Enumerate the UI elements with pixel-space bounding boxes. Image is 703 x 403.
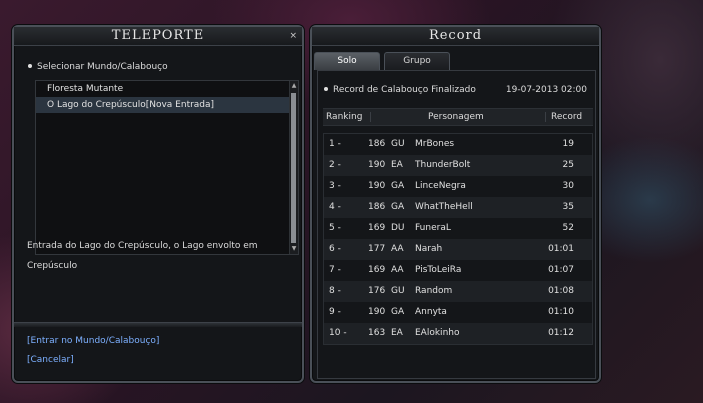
list-item-selected[interactable]: O Lago do Crepúsculo[Nova Entrada] xyxy=(36,97,298,113)
scrollbar[interactable]: ▲ ▼ xyxy=(289,81,298,254)
class-cell: GU xyxy=(391,139,405,149)
table-row[interactable]: 3 - 190 GA LinceNegra 30 xyxy=(324,176,592,197)
name-cell: MrBones xyxy=(415,139,455,149)
level-cell: 176 xyxy=(368,286,386,296)
rank-cell: 8 - xyxy=(329,286,341,296)
level-cell: 163 xyxy=(368,328,386,338)
class-cell: GA xyxy=(391,202,405,212)
class-cell: GU xyxy=(391,286,405,296)
class-cell: AA xyxy=(391,244,404,254)
table-row[interactable]: 2 - 190 EA ThunderBolt 25 xyxy=(324,155,592,176)
class-cell: EA xyxy=(391,328,403,338)
scroll-thumb[interactable] xyxy=(291,93,296,243)
name-cell: Narah xyxy=(415,244,443,254)
record-table: Ranking Personagem Record 1 - 186 GU MrBone… xyxy=(323,108,593,345)
enter-world-link[interactable]: [Entrar no Mundo/Calabouço] xyxy=(27,336,159,346)
record-cell: 30 xyxy=(562,181,574,191)
level-cell: 186 xyxy=(368,202,386,212)
list-item[interactable]: Floresta Mutante xyxy=(36,81,298,97)
rank-cell: 10 - xyxy=(329,328,347,338)
teleport-title: TELEPORTE xyxy=(111,28,205,43)
record-cell: 01:07 xyxy=(548,265,574,275)
table-row[interactable]: 8 - 176 GU Random 01:08 xyxy=(324,281,592,302)
divider xyxy=(14,322,302,327)
teleport-window: TELEPORTE × Selecionar Mundo/Calabouço F… xyxy=(12,25,304,383)
rank-cell: 7 - xyxy=(329,265,341,275)
class-cell: DU xyxy=(391,223,405,233)
level-cell: 169 xyxy=(368,265,386,275)
close-icon[interactable]: × xyxy=(289,27,298,45)
col-record: Record xyxy=(551,112,583,122)
record-panel: Record de Calabouço Finalizado 19-07-201… xyxy=(317,70,596,379)
level-cell: 169 xyxy=(368,223,386,233)
record-rows: 1 - 186 GU MrBones 19 2 - 190 EA ThunderBolt 25 3 … xyxy=(323,133,593,345)
record-cell: 01:10 xyxy=(548,307,574,317)
rank-cell: 6 - xyxy=(329,244,341,254)
col-ranking: Ranking xyxy=(326,112,363,122)
class-cell: EA xyxy=(391,160,403,170)
record-cell: 01:01 xyxy=(548,244,574,254)
bullet-icon xyxy=(324,87,328,91)
table-row[interactable]: 9 - 190 GA Annyta 01:10 xyxy=(324,302,592,323)
level-cell: 190 xyxy=(368,307,386,317)
table-row[interactable]: 1 - 186 GU MrBones 19 xyxy=(324,134,592,155)
record-title: Record xyxy=(428,28,483,43)
tab-solo[interactable]: Solo xyxy=(314,52,380,70)
record-date: 19-07-2013 02:00 xyxy=(505,85,587,95)
name-cell: Annyta xyxy=(415,307,447,317)
table-row[interactable]: 7 - 169 AA PisToLeiRa 01:07 xyxy=(324,260,592,281)
table-header: Ranking Personagem Record xyxy=(323,108,593,126)
name-cell: Random xyxy=(415,286,453,296)
bullet-icon xyxy=(28,64,32,68)
table-row[interactable]: 4 - 186 GA WhatTheHell 35 xyxy=(324,197,592,218)
record-titlebar[interactable]: Record xyxy=(312,27,599,46)
class-cell: AA xyxy=(391,265,404,275)
level-cell: 177 xyxy=(368,244,386,254)
record-window: Record Solo Grupo Record de Calabouço Fi… xyxy=(310,25,601,383)
name-cell: EAlokinho xyxy=(415,328,460,338)
teleport-heading: Selecionar Mundo/Calabouço xyxy=(28,62,168,72)
class-cell: GA xyxy=(391,307,405,317)
record-cell: 52 xyxy=(562,223,574,233)
name-cell: FuneraL xyxy=(415,223,451,233)
rank-cell: 4 - xyxy=(329,202,341,212)
record-cell: 35 xyxy=(562,202,574,212)
table-row[interactable]: 6 - 177 AA Narah 01:01 xyxy=(324,239,592,260)
header-divider xyxy=(545,112,546,122)
col-personagem: Personagem xyxy=(428,112,484,122)
tab-grupo[interactable]: Grupo xyxy=(384,52,450,70)
scroll-up-icon[interactable]: ▲ xyxy=(290,82,298,90)
rank-cell: 5 - xyxy=(329,223,341,233)
name-cell: ThunderBolt xyxy=(415,160,471,170)
record-cell: 01:08 xyxy=(548,286,574,296)
rank-cell: 1 - xyxy=(329,139,341,149)
class-cell: GA xyxy=(391,181,405,191)
rank-cell: 9 - xyxy=(329,307,341,317)
level-cell: 186 xyxy=(368,139,386,149)
table-row[interactable]: 10 - 163 EA EAlokinho 01:12 xyxy=(324,323,592,344)
record-cell: 01:12 xyxy=(548,328,574,338)
record-heading: Record de Calabouço Finalizado xyxy=(324,85,476,95)
header-divider xyxy=(370,112,371,122)
table-row[interactable]: 5 - 169 DU FuneraL 52 xyxy=(324,218,592,239)
record-cell: 25 xyxy=(562,160,574,170)
level-cell: 190 xyxy=(368,181,386,191)
name-cell: PisToLeiRa xyxy=(415,265,462,275)
scroll-down-icon[interactable]: ▼ xyxy=(290,245,298,253)
destination-list: Floresta Mutante O Lago do Crepúsculo[No… xyxy=(35,80,299,255)
level-cell: 190 xyxy=(368,160,386,170)
name-cell: WhatTheHell xyxy=(415,202,473,212)
rank-cell: 3 - xyxy=(329,181,341,191)
name-cell: LinceNegra xyxy=(415,181,466,191)
rank-cell: 2 - xyxy=(329,160,341,170)
teleport-titlebar[interactable]: TELEPORTE × xyxy=(14,27,302,46)
cancel-link[interactable]: [Cancelar] xyxy=(27,355,74,365)
record-cell: 19 xyxy=(562,139,574,149)
destination-description: Entrada do Lago do Crepúsculo, o Lago en… xyxy=(27,241,258,271)
